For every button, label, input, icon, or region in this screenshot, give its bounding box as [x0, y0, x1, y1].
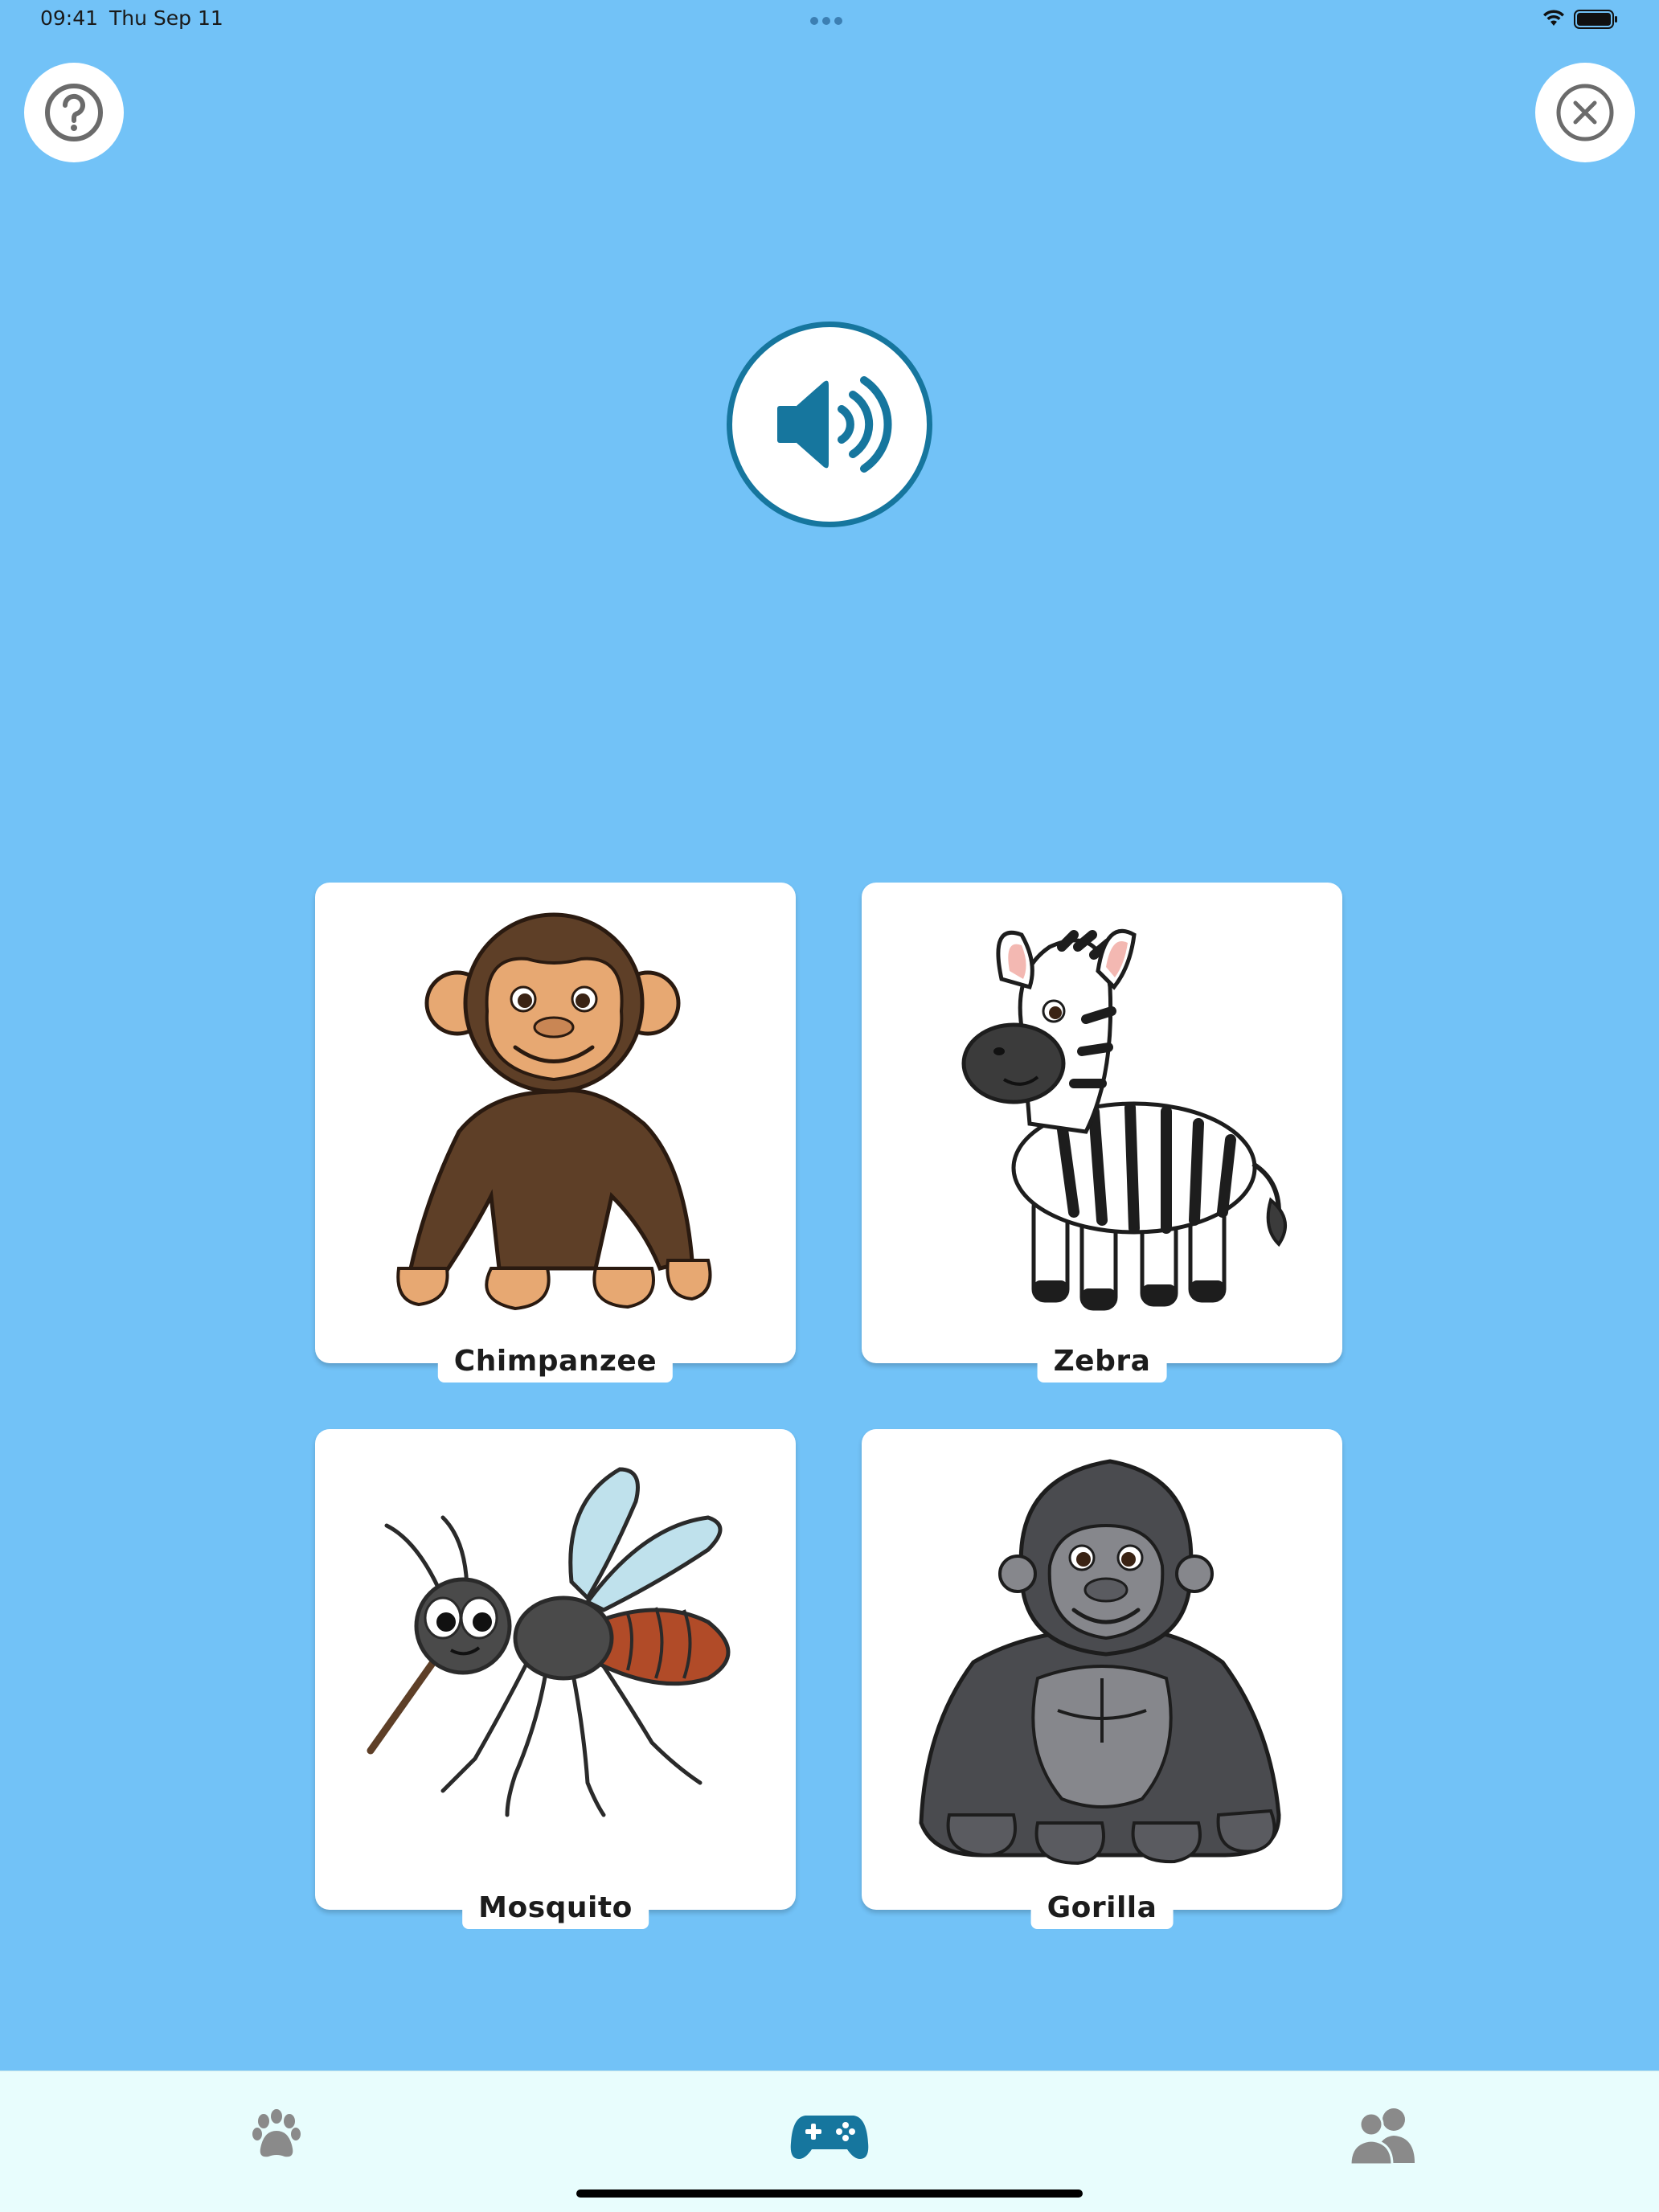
battery-full-icon: [1574, 10, 1617, 29]
question-circle-icon: [45, 84, 103, 141]
card-label: Mosquito: [462, 1890, 649, 1929]
multitask-dots-icon[interactable]: [810, 13, 849, 25]
status-bar: 09:41 Thu Sep 11: [0, 0, 1659, 39]
status-date: Thu Sep 11: [109, 6, 223, 30]
gorilla-illustration: [919, 1459, 1281, 1866]
users-icon: [1349, 2108, 1415, 2166]
answer-card-mosquito[interactable]: Mosquito: [315, 1429, 796, 1929]
speaker-volume-icon: [777, 376, 892, 473]
answer-card-zebra[interactable]: Zebra: [862, 883, 1342, 1382]
wifi-icon: [1543, 10, 1564, 26]
answer-card-gorilla[interactable]: Gorilla: [862, 1429, 1342, 1929]
card-label: Gorilla: [1030, 1890, 1174, 1929]
gamepad-icon: [790, 2116, 869, 2159]
tab-profile[interactable]: [1334, 2095, 1431, 2176]
card-label: Chimpanzee: [437, 1343, 674, 1382]
chimpanzee-illustration: [396, 912, 712, 1311]
quiz-screen: 09:41 Thu Sep 11 Chimpanzee Zebra Mosqui…: [0, 0, 1659, 2212]
mosquito-illustration: [367, 1467, 731, 1817]
tab-animals[interactable]: [228, 2095, 325, 2176]
paw-icon: [252, 2109, 301, 2157]
tab-games[interactable]: [781, 2095, 878, 2176]
home-indicator[interactable]: [576, 2189, 1083, 2198]
close-button[interactable]: [1535, 63, 1635, 162]
card-label: Zebra: [1037, 1343, 1167, 1382]
answer-card-chimpanzee[interactable]: Chimpanzee: [315, 883, 796, 1382]
play-sound-button[interactable]: [727, 322, 932, 527]
help-button[interactable]: [24, 63, 124, 162]
close-circle-icon: [1556, 84, 1614, 141]
zebra-illustration: [961, 928, 1287, 1311]
status-time: 09:41: [40, 6, 99, 30]
